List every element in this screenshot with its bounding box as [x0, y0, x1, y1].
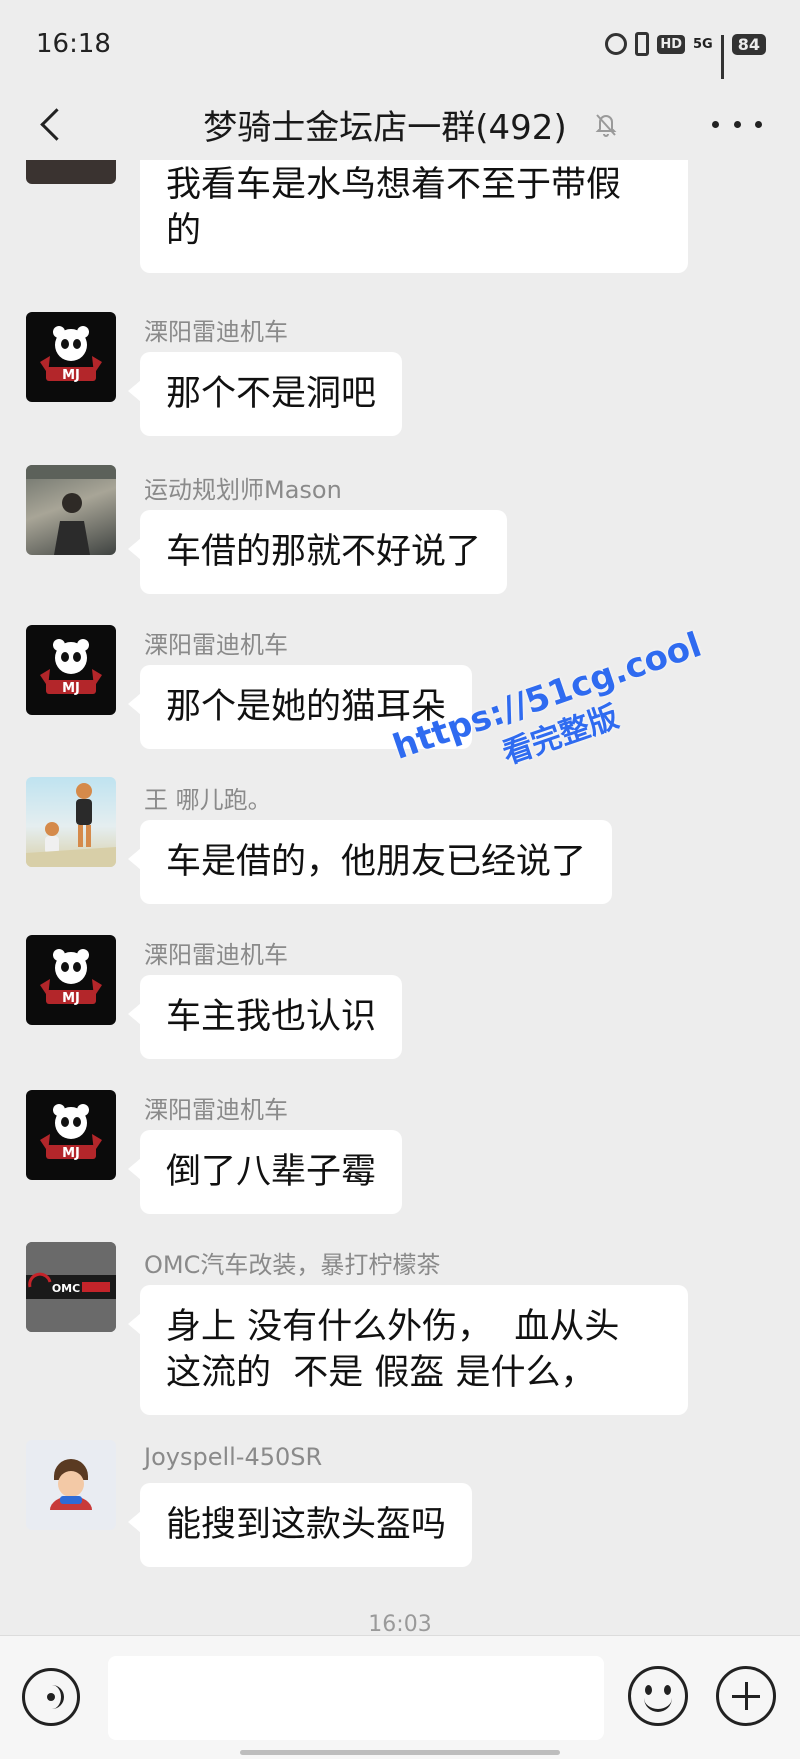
- status-icons: HD 5G 84: [605, 32, 766, 79]
- message-bubble[interactable]: 车主我也认识: [127, 975, 403, 1059]
- panda-logo-icon: MJ: [40, 1104, 102, 1161]
- message-bubble[interactable]: 车借的那就不好说了: [127, 510, 508, 594]
- sender-name: 溧阳雷迪机车: [144, 631, 288, 659]
- person-photo-icon: [26, 465, 116, 555]
- status-bar: 16:18 HD 5G 84: [0, 0, 800, 88]
- avatar[interactable]: [26, 465, 116, 555]
- sender-name: 溧阳雷迪机车: [144, 941, 288, 969]
- message-timestamp: 16:03: [368, 1612, 432, 1635]
- cartoon-boy-icon: [50, 1459, 92, 1510]
- avatar-text: OMC: [52, 1282, 80, 1295]
- sender-name: 溧阳雷迪机车: [144, 1096, 288, 1124]
- chat-header: 梦骑士金坛店一群(492): [0, 88, 800, 160]
- avatar[interactable]: MJ: [26, 935, 116, 1025]
- sender-name: OMC汽车改装，暴打柠檬茶: [144, 1251, 441, 1279]
- battery-icon: 84: [731, 33, 766, 55]
- message-bubble[interactable]: 身上 没有什么外伤， 血从头 这流的 不是 假盔 是什么，: [128, 1285, 688, 1415]
- avatar-text: MJ: [62, 368, 80, 383]
- avatar[interactable]: OMC: [26, 1242, 116, 1332]
- panda-logo-icon: MJ: [40, 639, 102, 696]
- more-icon[interactable]: [712, 106, 762, 142]
- mute-bell-icon: [595, 114, 617, 137]
- message-bubble[interactable]: 我看车是水鸟想着不至于带假 的: [140, 160, 688, 273]
- message-bubble[interactable]: 倒了八辈子霉: [127, 1130, 403, 1214]
- avatar[interactable]: MJ: [26, 625, 116, 715]
- panda-logo-icon: MJ: [40, 326, 102, 383]
- avatar[interactable]: [26, 777, 116, 867]
- avatar-text: MJ: [62, 681, 80, 696]
- message-text-line: 身上 没有什么外伤， 血从头: [166, 1307, 620, 1347]
- chat-title: 梦骑士金坛店一群(492): [203, 107, 567, 148]
- avatar-text: MJ: [62, 1146, 80, 1161]
- message-input[interactable]: [108, 1656, 604, 1740]
- message-text-line: 这流的 不是 假盔 是什么，: [166, 1353, 596, 1393]
- message-text-line: 的: [166, 211, 202, 251]
- home-indicator: [240, 1750, 560, 1755]
- voice-input-icon[interactable]: [22, 1668, 80, 1726]
- message-bubble[interactable]: 车是借的，他朋友已经说了: [127, 820, 613, 904]
- input-bar: [0, 1635, 800, 1759]
- avatar[interactable]: MJ: [26, 1090, 116, 1180]
- avatar[interactable]: MJ: [26, 312, 116, 402]
- avatar[interactable]: [26, 160, 116, 184]
- cartoon-beach-icon: [26, 783, 116, 867]
- hd-badge: HD: [657, 34, 686, 54]
- sender-name: 溧阳雷迪机车: [144, 318, 288, 346]
- omc-logo-icon: OMC: [26, 1242, 116, 1332]
- network-type: 5G: [693, 36, 713, 52]
- message-list[interactable]: 我看车是水鸟想着不至于带假 的 MJ 溧阳雷迪机车 那个不是洞吧 运动规划师Ma…: [0, 160, 800, 1635]
- sender-name: Joyspell-450SR: [144, 1443, 323, 1471]
- status-time: 16:18: [36, 29, 111, 59]
- message-bubble[interactable]: 那个不是洞吧: [127, 352, 403, 436]
- sender-name: 王 哪儿跑。: [144, 786, 272, 814]
- vibrate-icon: [635, 32, 650, 56]
- sender-name: 运动规划师Mason: [144, 476, 342, 504]
- signal-icon: [720, 35, 724, 79]
- alarm-icon: [605, 33, 628, 55]
- emoji-icon[interactable]: [628, 1666, 688, 1726]
- more-actions-icon[interactable]: [716, 1666, 776, 1726]
- avatar[interactable]: [26, 1440, 116, 1530]
- avatar-text: MJ: [62, 991, 80, 1006]
- message-bubble[interactable]: 能搜到这款头盔吗: [127, 1483, 473, 1567]
- message-text-line: 我看车是水鸟想着不至于带假: [166, 165, 622, 205]
- panda-logo-icon: MJ: [40, 949, 102, 1006]
